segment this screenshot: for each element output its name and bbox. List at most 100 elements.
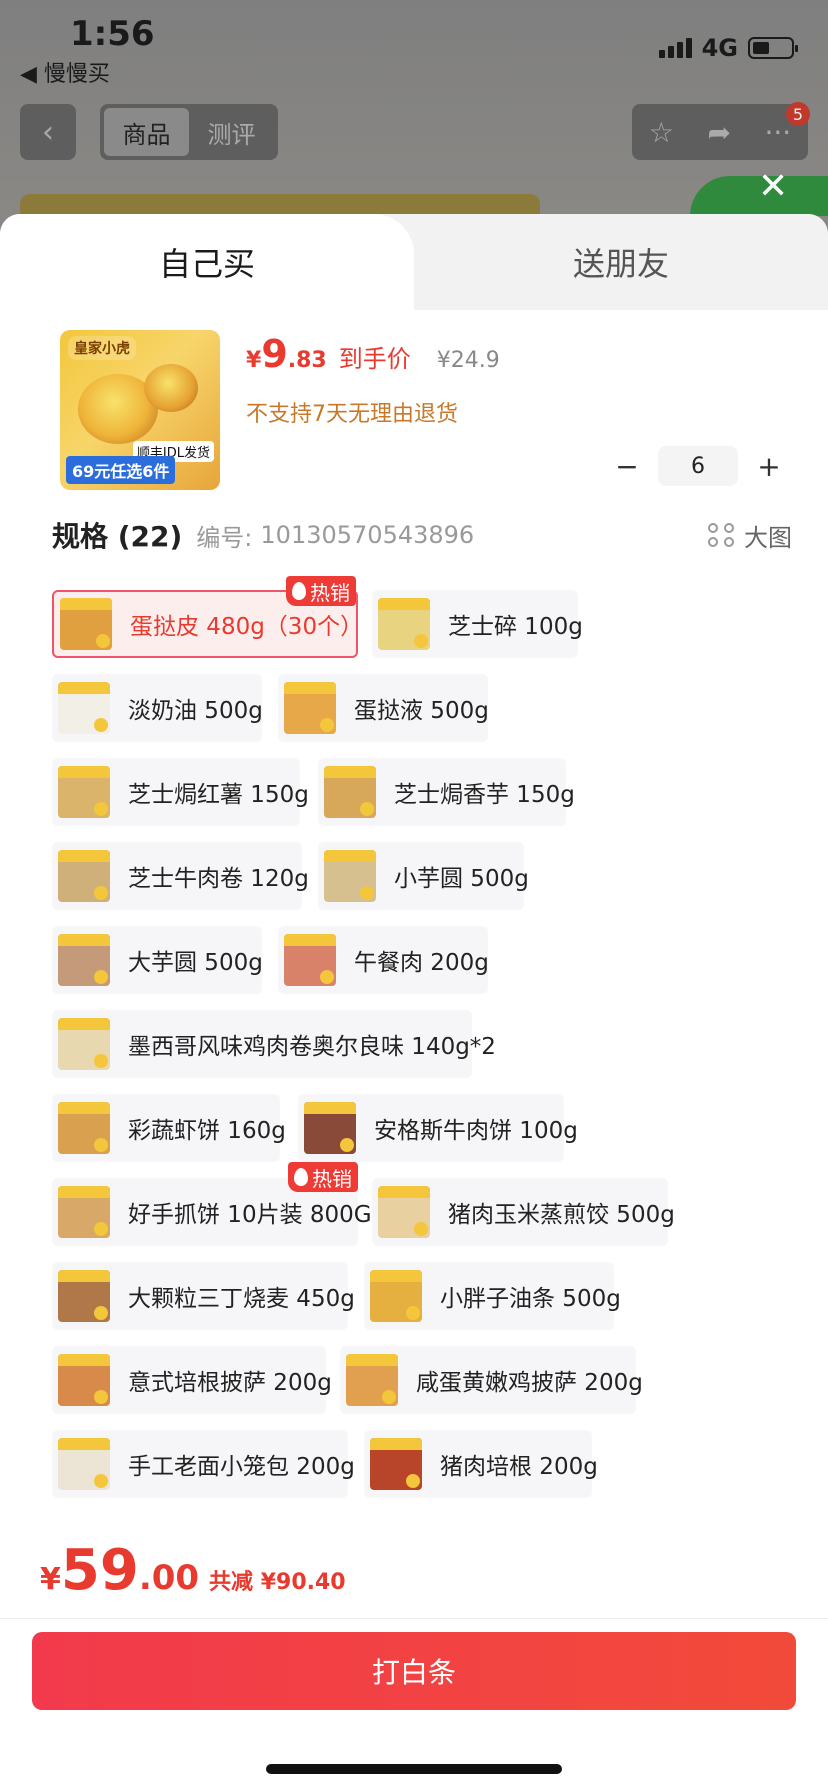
spec-option[interactable]: 芝士碎 100g	[372, 590, 583, 658]
spec-option[interactable]: 咸蛋黄嫩鸡披萨 200g	[340, 1346, 643, 1414]
spec-thumbnail	[58, 766, 110, 818]
spec-thumbnail	[58, 682, 110, 734]
spec-option[interactable]: 蛋挞液 500g	[278, 674, 489, 742]
spec-option-label: 大颗粒三丁烧麦 450g	[128, 1286, 355, 1312]
spec-thumbnail	[346, 1354, 398, 1406]
spec-thumbnail	[370, 1438, 422, 1490]
spec-option[interactable]: 芝士焗香芋 150g	[318, 758, 575, 826]
spec-option[interactable]: 好手抓饼 10片装 800G 热销	[52, 1162, 372, 1246]
spec-option[interactable]: 彩蔬虾饼 160g	[52, 1094, 286, 1162]
thumb-promo-tag: 69元任选6件	[66, 456, 176, 484]
big-picture-label: 大图	[744, 523, 792, 552]
purchase-sheet: 自己买 送朋友 皇家小虎 顺丰JDL发货 69元任选6件 ¥ 9 .83 到手价…	[0, 214, 828, 1792]
spec-thumbnail	[58, 934, 110, 986]
star-icon[interactable]: ☆	[649, 116, 674, 149]
back-button[interactable]: ‹	[20, 104, 76, 160]
spec-option-label: 手工老面小笼包 200g	[128, 1454, 355, 1480]
spec-thumbnail	[324, 850, 376, 902]
spec-thumbnail	[58, 1018, 110, 1070]
close-icon[interactable]: ✕	[758, 166, 788, 207]
spec-title: 规格 (22)	[52, 520, 183, 553]
spec-option[interactable]: 大颗粒三丁烧麦 450g	[52, 1262, 355, 1330]
spec-option[interactable]: 午餐肉 200g	[278, 926, 489, 994]
spec-option-label: 安格斯牛肉饼 100g	[374, 1118, 578, 1144]
tab-product[interactable]: 商品	[104, 108, 189, 156]
sheet-tabs: 自己买 送朋友	[0, 214, 828, 310]
flame-icon	[294, 1168, 308, 1186]
spec-option[interactable]: 小胖子油条 500g	[364, 1262, 621, 1330]
no-return-notice: 不支持7天无理由退货	[246, 402, 458, 427]
spec-option[interactable]: 安格斯牛肉饼 100g	[298, 1094, 578, 1162]
share-icon[interactable]: ➦	[707, 116, 730, 149]
spec-thumbnail	[58, 1186, 110, 1238]
tab-gift-friend[interactable]: 送朋友	[414, 214, 828, 310]
tab-review[interactable]: 测评	[189, 108, 274, 156]
quantity-stepper: − 6 +	[610, 446, 786, 486]
spec-thumbnail	[58, 1438, 110, 1490]
price-row: ¥ 9 .83 到手价 ¥24.9	[246, 332, 500, 376]
hot-sale-label: 热销	[310, 580, 350, 605]
chevron-left-icon: ‹	[42, 114, 54, 150]
spec-option[interactable]: 墨西哥风味鸡肉卷奥尔良味 140g*2	[52, 1010, 496, 1078]
hot-sale-badge: 热销	[288, 1162, 358, 1192]
hot-sale-label: 热销	[312, 1166, 352, 1191]
quantity-input[interactable]: 6	[658, 446, 738, 486]
spec-option[interactable]: 手工老面小笼包 200g	[52, 1430, 355, 1498]
egg-tart-image-2	[144, 364, 198, 412]
quantity-plus-button[interactable]: +	[752, 446, 786, 486]
spec-option-label: 芝士焗香芋 150g	[394, 782, 575, 808]
spec-option[interactable]: 芝士牛肉卷 120g	[52, 842, 309, 910]
spec-option[interactable]: 小芋圆 500g	[318, 842, 529, 910]
thumb-brand: 皇家小虎	[68, 336, 136, 360]
spec-option-label: 墨西哥风味鸡肉卷奥尔良味 140g*2	[128, 1034, 496, 1060]
top-actions: ☆ ➦ ···	[632, 104, 808, 160]
final-price-label: 到手价	[338, 345, 411, 373]
spec-option-label: 猪肉玉米蒸煎饺 500g	[448, 1202, 675, 1228]
spec-thumbnail	[58, 1354, 110, 1406]
price-integer: 9	[261, 332, 288, 376]
spec-option-label: 小胖子油条 500g	[440, 1286, 621, 1312]
spec-option-label: 芝士碎 100g	[448, 614, 583, 640]
hot-sale-badge: 热销	[286, 576, 356, 606]
spec-thumbnail	[378, 598, 430, 650]
message-badge: 5	[786, 102, 810, 126]
spec-option-label: 蛋挞皮 480g（30个）	[130, 614, 364, 640]
quantity-minus-button[interactable]: −	[610, 446, 644, 486]
spec-thumbnail	[370, 1270, 422, 1322]
spec-option-label: 芝士牛肉卷 120g	[128, 866, 309, 892]
spec-option-label: 咸蛋黄嫩鸡披萨 200g	[416, 1370, 643, 1396]
spec-thumbnail	[60, 598, 112, 650]
spec-thumbnail	[284, 682, 336, 734]
total-area: ¥ 59 .00 共减 ¥90.40	[0, 1512, 828, 1632]
spec-option-label: 彩蔬虾饼 160g	[128, 1118, 286, 1144]
battery-icon	[748, 37, 798, 59]
baitiao-pay-button[interactable]: 打白条	[32, 1632, 796, 1710]
top-tabs: 商品 测评	[100, 104, 278, 160]
spec-option-label: 好手抓饼 10片装 800G	[128, 1202, 372, 1228]
status-time: 1:56	[70, 14, 155, 54]
big-picture-toggle[interactable]: 大图	[708, 518, 792, 553]
tab-buy-self[interactable]: 自己买	[0, 214, 414, 310]
spec-option[interactable]: 猪肉玉米蒸煎饺 500g	[372, 1178, 675, 1246]
spec-option[interactable]: 猪肉培根 200g	[364, 1430, 598, 1498]
spec-option-label: 蛋挞液 500g	[354, 698, 489, 724]
spec-thumbnail	[58, 1102, 110, 1154]
spec-option-label: 芝士焗红薯 150g	[128, 782, 309, 808]
spec-option[interactable]: 芝士焗红薯 150g	[52, 758, 309, 826]
total-discount: 共减 ¥90.40	[209, 1570, 346, 1595]
spec-option[interactable]: 淡奶油 500g	[52, 674, 263, 742]
spec-option-label: 大芋圆 500g	[128, 950, 263, 976]
spec-option-label: 小芋圆 500g	[394, 866, 529, 892]
spec-option[interactable]: 蛋挞皮 480g（30个） 热销	[52, 576, 363, 658]
spec-option[interactable]: 意式培根披萨 200g	[52, 1346, 332, 1414]
back-to-app-link[interactable]: ◀ 慢慢买	[20, 56, 110, 88]
background-banner	[20, 194, 540, 214]
network-type: 4G	[701, 34, 738, 62]
signal-icon	[658, 38, 692, 58]
total-price-row: ¥ 59 .00 共减 ¥90.40	[40, 1538, 346, 1603]
spec-option-label: 淡奶油 500g	[128, 698, 263, 724]
spec-option[interactable]: 大芋圆 500g	[52, 926, 263, 994]
product-thumbnail[interactable]: 皇家小虎 顺丰JDL发货 69元任选6件	[60, 330, 220, 490]
spec-thumbnail	[324, 766, 376, 818]
spec-thumbnail	[304, 1102, 356, 1154]
